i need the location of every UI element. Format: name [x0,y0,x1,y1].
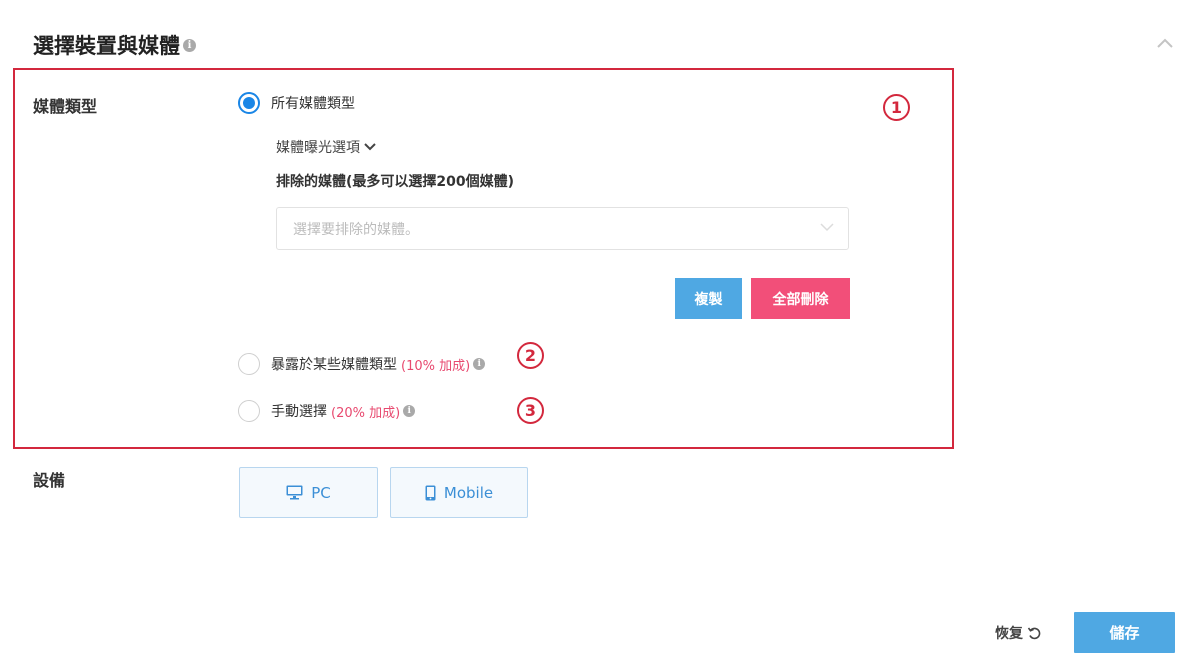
exclude-media-select[interactable]: 選擇要排除的媒體。 [276,207,849,250]
radio-all-media-types[interactable]: 所有媒體類型 [238,92,355,114]
mobile-icon [425,485,436,500]
device-label: 設備 [33,471,66,490]
radio-manual-selection[interactable]: 手動選擇 (20% 加成) i [238,400,416,422]
radio-circle[interactable] [238,353,260,375]
section-title-text: 選擇裝置與媒體 [33,34,180,58]
radio-label: 暴露於某些媒體類型 [271,357,397,373]
media-type-label: 媒體類型 [33,97,98,116]
radio-exposed-media-types[interactable]: 暴露於某些媒體類型 (10% 加成) i [238,353,486,375]
save-button[interactable]: 儲存 [1074,612,1175,653]
section-title: 選擇裝置與媒體 i [33,30,196,60]
select-placeholder: 選擇要排除的媒體。 [293,221,419,238]
desktop-icon [286,485,303,500]
radio-label: 手動選擇 [271,404,327,420]
radio-label: 所有媒體類型 [271,96,355,112]
annotation-marker-1: 1 [883,94,910,121]
info-icon[interactable]: i [183,38,196,52]
radio-circle-checked[interactable] [238,92,260,114]
annotation-marker-2: 2 [517,342,544,369]
device-mobile-label: Mobile [443,483,494,502]
collapse-button[interactable] [1152,30,1178,56]
undo-icon [1027,627,1041,640]
restore-button[interactable]: 恢复 [995,623,1041,643]
chevron-down-icon [364,143,376,151]
chevron-up-icon [1157,38,1173,48]
bonus-text: (20% 加成) [331,405,401,421]
exclude-media-label: 排除的媒體(最多可以選擇200個媒體) [276,174,515,190]
device-mobile-button[interactable]: Mobile [390,467,528,518]
restore-label: 恢复 [995,626,1023,642]
info-icon[interactable]: i [403,405,416,417]
bonus-text: (10% 加成) [401,358,471,374]
media-exposure-options-toggle[interactable]: 媒體曝光選項 [276,137,376,157]
device-pc-label: PC [311,483,331,502]
annotation-marker-3: 3 [517,397,544,424]
exposure-toggle-label: 媒體曝光選項 [276,140,360,156]
device-pc-button[interactable]: PC [239,467,378,518]
radio-circle[interactable] [238,400,260,422]
highlight-box [13,68,954,449]
delete-all-button[interactable]: 全部刪除 [751,278,850,319]
chevron-down-icon [820,223,834,232]
info-icon[interactable]: i [473,358,486,370]
copy-button[interactable]: 複製 [675,278,742,319]
